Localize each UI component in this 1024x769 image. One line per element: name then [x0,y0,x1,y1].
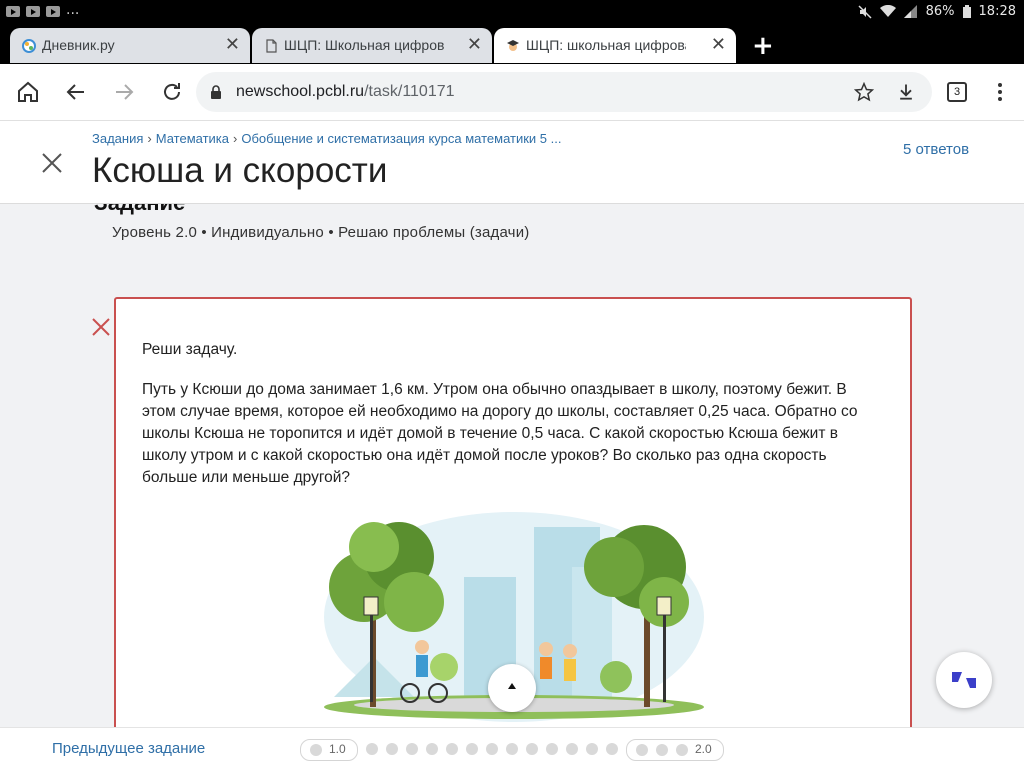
breadcrumb-link[interactable]: Обобщение и систематизация курса математ… [241,131,561,146]
battery-level: 86% [925,4,955,19]
help-chat-button[interactable] [936,652,992,708]
breadcrumb-link[interactable]: Математика [156,131,229,146]
level-end-label: 2.0 [695,742,712,756]
progress-dot[interactable] [526,743,538,755]
system-icons: 86% 18:28 [858,4,1016,19]
task-problem-text: Путь у Ксюши до дома занимает 1,6 км. Ут… [142,381,858,486]
breadcrumb-separator: › [147,131,152,146]
url-text[interactable]: newschool.pcbl.ru/task/110171 [236,83,455,101]
progress-dot[interactable] [406,743,418,755]
close-icon[interactable] [40,151,64,175]
graduate-icon [507,40,519,51]
url-path: /task/110171 [364,83,455,100]
page-title: Ксюша и скорости [92,151,388,190]
status-bar: ... 86% 18:28 [0,0,1024,26]
progress-dot [676,744,688,756]
scroll-up-button[interactable] [488,664,536,712]
tab-strip: Дневник.ру ✕ ШЦП: Школьная цифровая ✕ ШЦ… [0,26,1024,64]
signal-icon [903,5,917,18]
address-bar[interactable]: newschool.pcbl.ru/task/110171 [196,72,932,112]
level-start-label: 1.0 [329,742,346,756]
home-icon[interactable] [16,80,40,104]
bottom-navigation: Предыдущее задание 1.0 2.0 [0,727,1024,769]
close-tab-icon[interactable]: ✕ [711,34,726,55]
new-tab-icon[interactable]: + [752,31,774,61]
progress-dot [636,744,648,756]
task-prompt: Реши задачу. [142,341,238,358]
progress-dot [656,744,668,756]
quote-icon [952,672,976,688]
progress-dot[interactable] [466,743,478,755]
progress-dot[interactable] [446,743,458,755]
progress-dot[interactable] [606,743,618,755]
progress-dot[interactable] [546,743,558,755]
progress-dot[interactable] [506,743,518,755]
back-icon[interactable] [64,80,88,104]
youtube-notification-icon [6,6,20,17]
progress-dot[interactable] [586,743,598,755]
progress-dot[interactable] [386,743,398,755]
tab-dnevnik[interactable]: Дневник.ру ✕ [10,28,250,63]
bookmark-star-icon[interactable] [854,82,874,102]
tab-title: Дневник.ру [42,37,115,53]
notifications-overflow: ... [66,2,80,18]
breadcrumb: Задания › Математика › Обобщение и системати… [92,131,561,146]
previous-task-link[interactable]: Предыдущее задание [52,740,205,757]
progress-dot[interactable] [566,743,578,755]
battery-icon [962,5,971,18]
breadcrumb-link[interactable]: Задания [92,131,143,146]
menu-more-icon[interactable] [988,80,1012,104]
task-header: Задания › Математика › Обобщение и системати… [0,121,1024,204]
level-start-pill[interactable]: 1.0 [300,739,358,761]
close-tab-icon[interactable]: ✕ [467,34,482,55]
progress-dot[interactable] [486,743,498,755]
download-icon[interactable] [896,82,916,102]
clock: 18:28 [978,4,1016,19]
progress-dot [310,744,322,756]
answers-link[interactable]: 5 ответов [903,141,969,158]
forward-icon[interactable] [112,80,136,104]
incorrect-icon [92,318,110,336]
wifi-icon [879,5,896,17]
browser-toolbar: newschool.pcbl.ru/task/110171 3 [0,64,1024,121]
task-meta: Уровень 2.0 • Индивидуально • Решаю проб… [112,224,530,241]
lock-icon[interactable] [210,85,222,99]
tab-title: ШЦП: Школьная цифровая [284,37,444,53]
tab-shcp-1[interactable]: ШЦП: Школьная цифровая ✕ [252,28,492,63]
progress-dot[interactable] [426,743,438,755]
level-end-pill[interactable]: 2.0 [626,739,724,761]
mute-icon [858,4,872,19]
close-tab-icon[interactable]: ✕ [225,34,240,55]
youtube-notification-icon [26,6,40,17]
progress-dot[interactable] [366,743,378,755]
reload-icon[interactable] [160,80,184,104]
tab-shcp-2[interactable]: ШЦП: школьная цифровая ✕ [494,28,736,63]
tab-title: ШЦП: школьная цифровая [526,37,686,53]
document-icon [266,39,277,53]
url-host: newschool.pcbl.ru [236,83,365,100]
tab-count-button[interactable]: 3 [947,82,967,102]
dnevnik-icon [22,39,36,53]
youtube-notification-icon [46,6,60,17]
breadcrumb-separator: › [233,131,238,146]
